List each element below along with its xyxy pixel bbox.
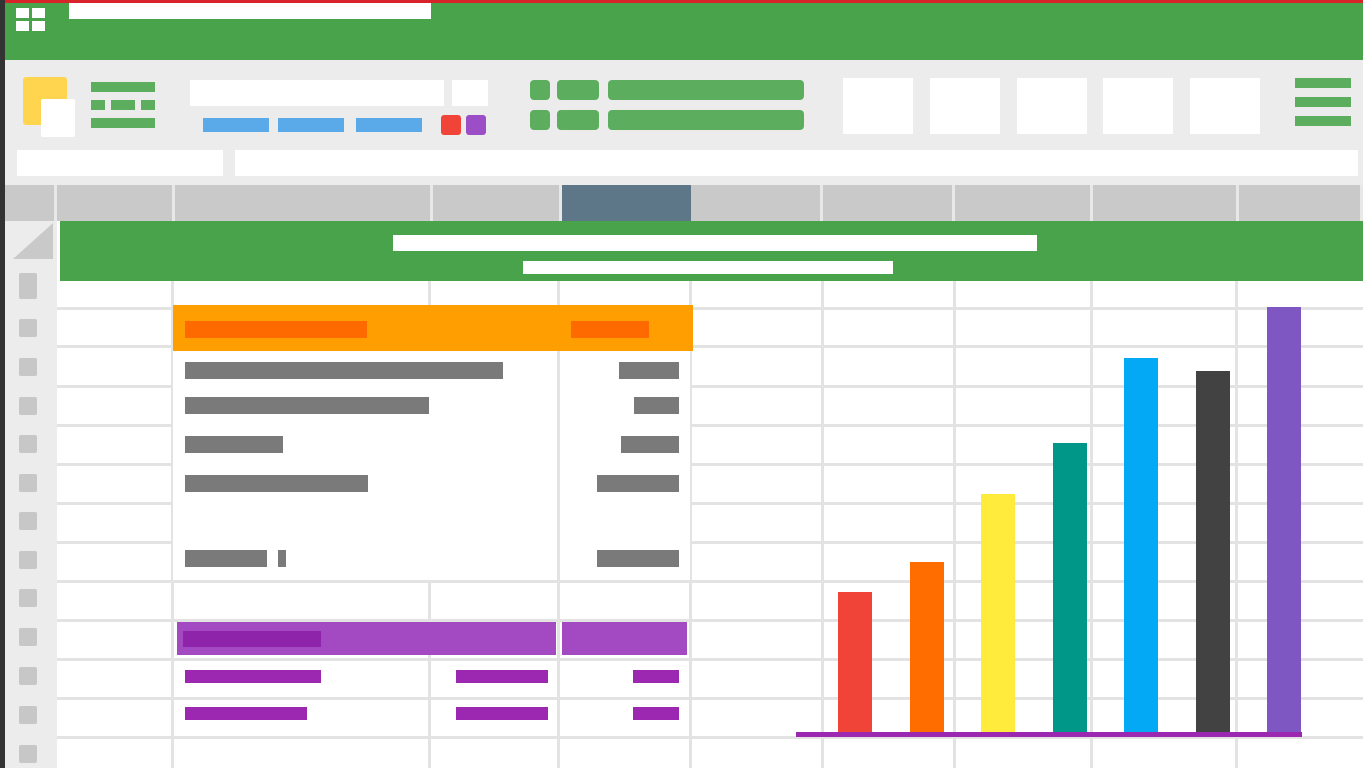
align-left-button[interactable] [530, 80, 550, 100]
chart-bar[interactable] [1267, 307, 1301, 732]
table-row-value [597, 550, 679, 567]
table-header-label [185, 321, 367, 338]
formula-input[interactable] [235, 150, 1358, 176]
row-number[interactable] [19, 512, 37, 530]
cell-styles-button[interactable] [1017, 78, 1087, 134]
purple-row-label [185, 670, 321, 683]
select-all-corner[interactable] [7, 221, 55, 261]
format-table-button[interactable] [930, 78, 1000, 134]
wrap-button[interactable] [557, 110, 599, 130]
bar-chart[interactable] [796, 300, 1306, 740]
row-number[interactable] [19, 435, 37, 453]
table-row-label [185, 362, 503, 379]
sheet-title [393, 235, 1037, 251]
indent-button[interactable] [530, 110, 550, 130]
delete-button[interactable] [1190, 78, 1260, 134]
column-header[interactable] [1093, 185, 1239, 221]
table-row-value [597, 475, 679, 492]
font-color-swatch[interactable] [441, 115, 461, 135]
row-number[interactable] [19, 589, 37, 607]
row-number[interactable] [19, 397, 37, 415]
column-header[interactable] [5, 185, 57, 221]
conditional-format-button[interactable] [843, 78, 913, 134]
column-header[interactable] [1239, 185, 1363, 221]
row-number[interactable] [19, 745, 37, 763]
chart-bar[interactable] [838, 592, 872, 732]
table-row-label [185, 475, 368, 492]
row-number[interactable] [19, 358, 37, 376]
purple-section-header[interactable] [177, 622, 556, 655]
font-size-dropdown[interactable] [452, 80, 488, 106]
table-header-value [571, 321, 649, 338]
row-number[interactable] [19, 474, 37, 492]
insert-button[interactable] [1103, 78, 1173, 134]
purple-header-label [183, 631, 321, 647]
table-row-label [185, 550, 267, 567]
fill-color-swatch[interactable] [466, 115, 486, 135]
bold-button[interactable] [203, 118, 269, 132]
table-row-value [634, 397, 679, 414]
column-header[interactable] [823, 185, 955, 221]
number-format-dropdown[interactable] [608, 110, 804, 130]
row-header-column [5, 221, 57, 768]
row-number[interactable] [19, 273, 37, 299]
purple-row-value [633, 707, 679, 720]
column-header[interactable] [955, 185, 1093, 221]
table-row-value [621, 436, 679, 453]
column-header[interactable] [433, 185, 562, 221]
chart-bar[interactable] [1053, 443, 1087, 732]
purple-section-header-value[interactable] [562, 622, 687, 655]
align-center-button[interactable] [557, 80, 599, 100]
column-header[interactable] [691, 185, 823, 221]
row-number[interactable] [19, 667, 37, 685]
column-header[interactable] [57, 185, 175, 221]
row-number[interactable] [19, 551, 37, 569]
purple-row-label [185, 707, 307, 720]
column-header[interactable] [175, 185, 433, 221]
row-number[interactable] [19, 706, 37, 724]
column-header-row [5, 185, 1363, 221]
menu-icon[interactable] [1295, 78, 1351, 128]
table-header-row[interactable] [173, 305, 693, 351]
table-row-label [185, 397, 429, 414]
table-format-icon[interactable] [91, 82, 155, 132]
paste-icon[interactable] [23, 77, 79, 137]
underline-button[interactable] [356, 118, 422, 132]
document-title-field[interactable] [69, 3, 431, 19]
purple-row-value [633, 670, 679, 683]
table-row-label [185, 436, 283, 453]
sheet-title-banner [60, 221, 1363, 281]
italic-button[interactable] [278, 118, 344, 132]
row-number[interactable] [19, 628, 37, 646]
table-row-value [619, 362, 679, 379]
chart-x-axis [796, 732, 1302, 737]
chart-bar[interactable] [1196, 371, 1230, 732]
merge-center-button[interactable] [608, 80, 804, 100]
purple-row-value [456, 670, 548, 683]
chart-bar[interactable] [910, 562, 944, 732]
ribbon-toolbar [5, 60, 1363, 185]
table-row-label [278, 550, 286, 567]
column-header-selected[interactable] [562, 185, 691, 221]
font-name-dropdown[interactable] [190, 80, 444, 106]
chart-bar[interactable] [1124, 358, 1158, 732]
chart-bar[interactable] [981, 494, 1015, 732]
name-box[interactable] [17, 150, 223, 176]
purple-row-value [456, 707, 548, 720]
title-bar [5, 0, 1363, 60]
summary-table [173, 305, 693, 580]
row-number[interactable] [19, 319, 37, 337]
sheet-subtitle [523, 261, 893, 274]
app-grid-icon[interactable] [15, 7, 47, 33]
